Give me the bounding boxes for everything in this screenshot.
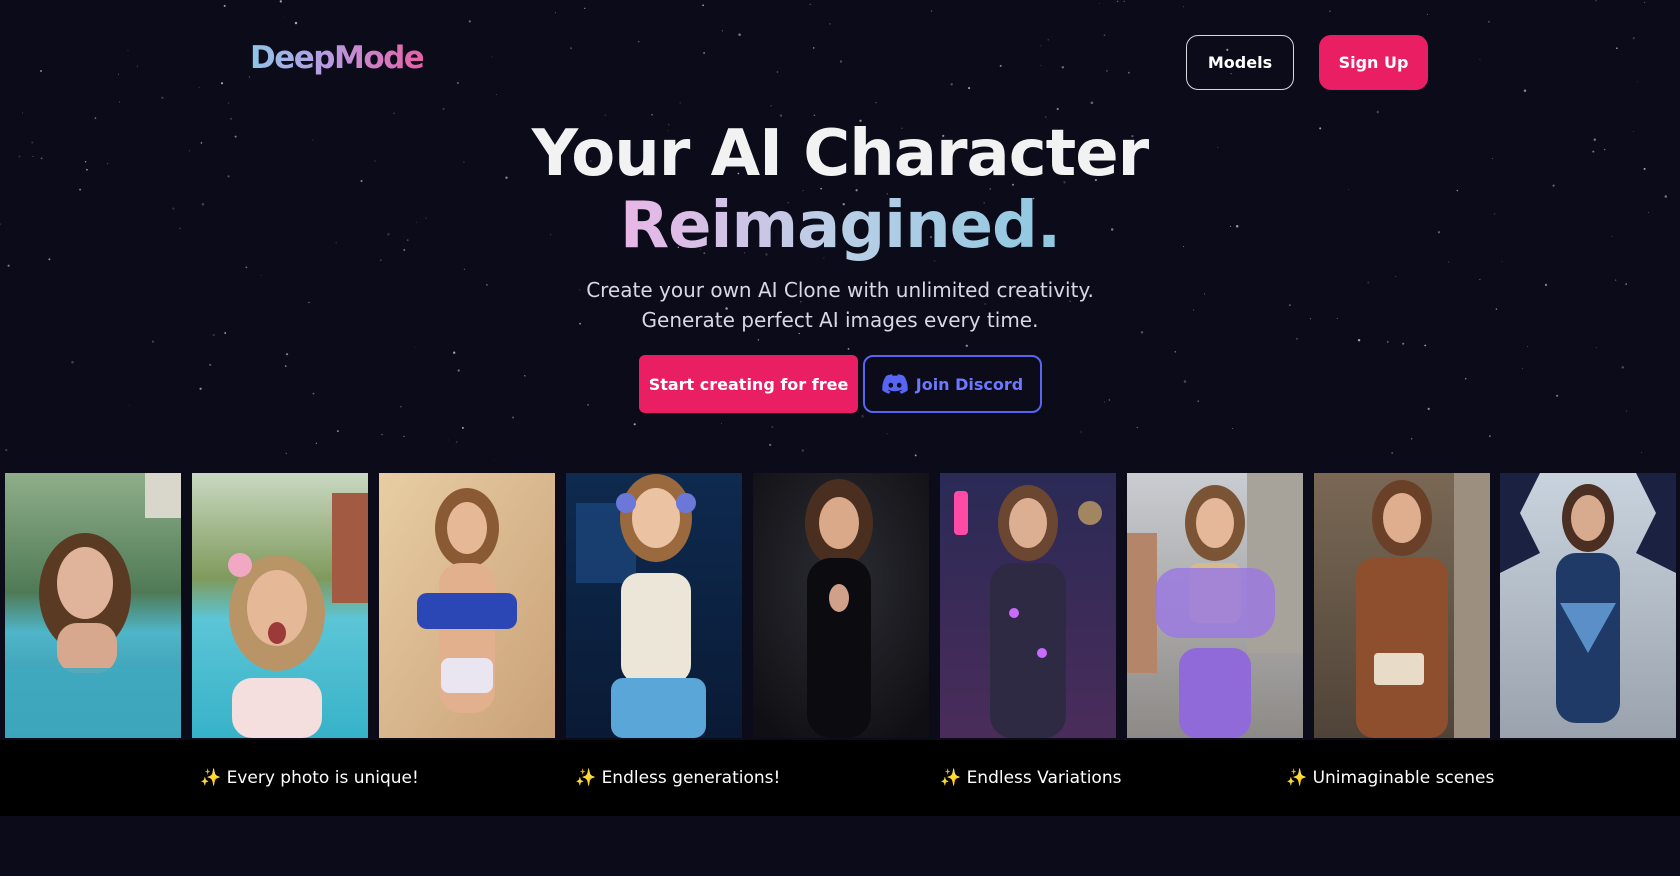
star <box>7 264 10 267</box>
deepmode-logo[interactable]: DeepMode <box>250 40 425 76</box>
star <box>1402 342 1405 345</box>
star <box>208 363 212 367</box>
star <box>847 347 850 350</box>
star <box>1080 431 1082 433</box>
hero-subtitle-line2: Generate perfect AI images every time. <box>641 308 1039 332</box>
caption-3: ✨ Endless Variations <box>940 768 1122 788</box>
star <box>1625 410 1628 412</box>
gallery-photo-6[interactable] <box>940 473 1116 738</box>
star <box>1595 347 1597 349</box>
caption-1: ✨ Every photo is unique! <box>200 768 419 788</box>
star <box>403 435 405 438</box>
star <box>801 449 805 452</box>
star <box>286 353 289 356</box>
star <box>71 360 74 364</box>
star <box>129 404 131 406</box>
hero-title: Your AI Character Reimagined. <box>0 118 1680 262</box>
star <box>461 426 464 429</box>
star <box>1386 341 1389 343</box>
star <box>914 454 917 457</box>
gallery-photo-8[interactable] <box>1314 473 1490 738</box>
hero-title-line2: Reimagined. <box>619 189 1061 263</box>
star <box>284 365 287 368</box>
star <box>400 405 402 408</box>
site-header: DeepMode Models Sign Up <box>0 0 1680 120</box>
star <box>1174 350 1177 353</box>
gallery-photo-5[interactable] <box>753 473 929 738</box>
star <box>861 414 864 418</box>
gallery-photo-1[interactable] <box>5 473 181 738</box>
discord-icon <box>882 374 908 394</box>
star <box>315 442 318 444</box>
star <box>1621 366 1625 369</box>
star <box>1232 428 1234 430</box>
star <box>456 441 458 443</box>
star <box>1410 438 1413 440</box>
star <box>1424 344 1427 347</box>
star <box>312 392 315 395</box>
star <box>587 403 590 406</box>
star <box>5 449 8 452</box>
star <box>245 266 248 269</box>
sign-up-button[interactable]: Sign Up <box>1319 35 1428 90</box>
star <box>463 268 465 270</box>
star <box>1526 345 1529 348</box>
hero-title-line1: Your AI Character <box>531 117 1149 191</box>
star <box>965 344 969 348</box>
hero-subtitle: Create your own AI Clone with unlimited … <box>0 275 1680 335</box>
star <box>720 422 723 425</box>
gallery-photo-2[interactable] <box>192 473 368 738</box>
gallery-photo-7[interactable] <box>1127 473 1303 738</box>
star <box>771 426 774 428</box>
star <box>285 452 288 455</box>
star <box>512 416 515 419</box>
star <box>523 374 526 377</box>
star <box>151 340 154 343</box>
photo-gallery <box>0 473 1680 739</box>
gallery-photo-9[interactable] <box>1500 473 1676 738</box>
star <box>381 433 383 436</box>
star <box>886 433 888 435</box>
star <box>1197 400 1199 402</box>
join-discord-label: Join Discord <box>915 374 1024 394</box>
caption-4: ✨ Unimaginable scenes <box>1286 768 1495 788</box>
star <box>1295 337 1299 340</box>
star <box>447 439 449 441</box>
star <box>1357 338 1361 342</box>
star <box>414 346 416 348</box>
star <box>768 443 772 447</box>
star <box>1522 367 1524 369</box>
join-discord-button[interactable]: Join Discord <box>863 355 1042 413</box>
star <box>199 387 202 390</box>
star <box>453 351 456 354</box>
star <box>336 430 339 433</box>
gallery-photo-4[interactable] <box>566 473 742 738</box>
star <box>1640 451 1643 454</box>
star <box>1489 435 1491 437</box>
models-button[interactable]: Models <box>1186 35 1294 90</box>
caption-bar: ✨ Every photo is unique! ✨ Endless gener… <box>0 740 1680 816</box>
caption-2: ✨ Endless generations! <box>575 768 781 788</box>
page-footer-background <box>0 816 1680 876</box>
star <box>1183 380 1187 383</box>
start-creating-button[interactable]: Start creating for free <box>639 355 858 413</box>
star <box>1464 378 1467 380</box>
star <box>457 369 460 372</box>
star <box>494 458 496 460</box>
star <box>633 423 636 426</box>
star <box>1391 451 1394 454</box>
star <box>1104 401 1106 403</box>
gallery-photo-3[interactable] <box>379 473 555 738</box>
star <box>1556 394 1559 397</box>
hero-subtitle-line1: Create your own AI Clone with unlimited … <box>586 278 1094 302</box>
star <box>1427 407 1430 411</box>
star <box>1136 426 1138 429</box>
star <box>757 339 760 341</box>
star <box>1108 399 1110 401</box>
